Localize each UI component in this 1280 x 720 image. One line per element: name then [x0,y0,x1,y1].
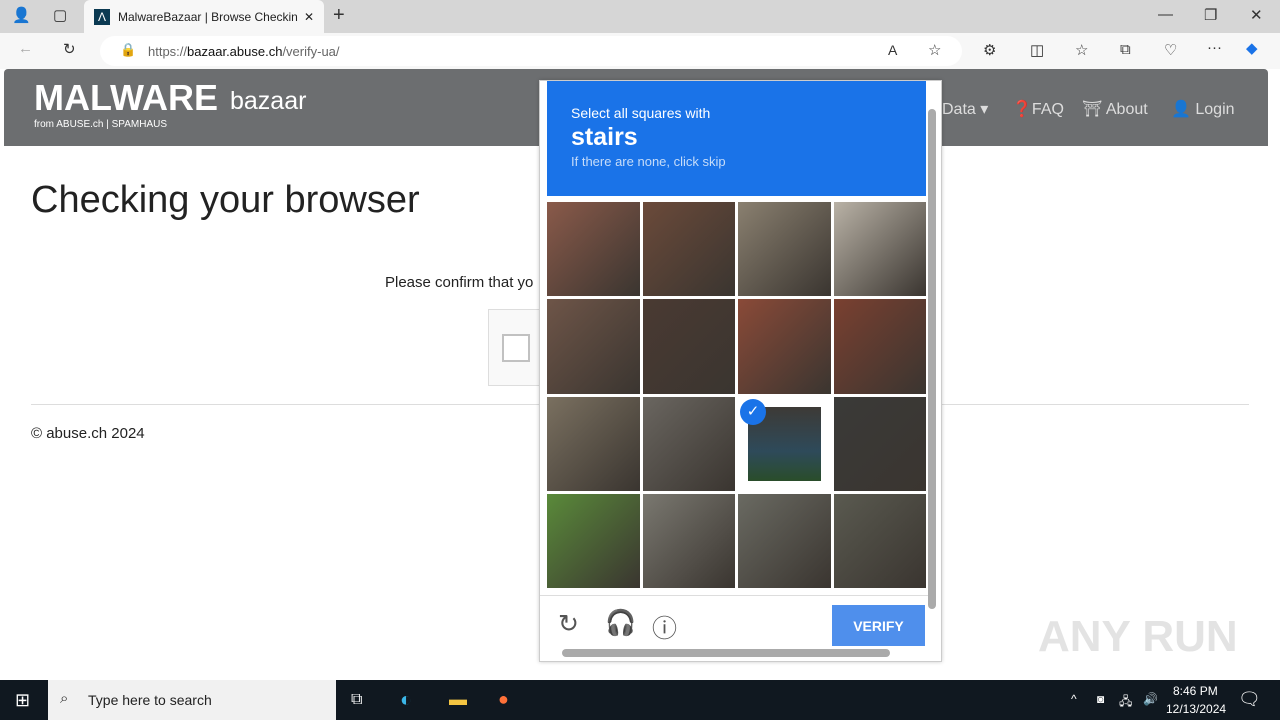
audio-challenge-icon[interactable]: 🎧 [605,609,636,638]
lock-icon[interactable]: 🔒 [120,42,136,58]
back-icon[interactable]: ← [18,40,33,57]
vertical-scrollbar[interactable] [928,109,936,609]
logo-sub[interactable]: bazaar [230,87,306,116]
split-screen-icon[interactable]: ◫ [1030,41,1044,59]
firefox-icon[interactable]: ● [498,689,509,710]
close-window-icon[interactable]: ✕ [1250,6,1263,24]
restore-icon[interactable]: ❐ [1204,6,1217,24]
url-host: bazaar.abuse.ch [187,44,283,59]
tab-title: MalwareBazaar | Browse Checkin [118,9,298,24]
challenge-prompt: Select all squares with [571,105,711,121]
favorites-icon[interactable]: ☆ [1075,41,1088,59]
task-view-icon[interactable]: ⧉ [351,691,362,709]
captcha-tile[interactable] [642,299,735,394]
clock-date[interactable]: 12/13/2024 [1166,702,1226,716]
captcha-tile[interactable] [547,202,640,297]
captcha-tile[interactable] [642,202,735,297]
image-grid: ✓ [547,202,926,588]
captcha-tile[interactable] [833,299,926,394]
confirm-text: Please confirm that yo [385,274,534,291]
captcha-tile[interactable] [547,299,640,394]
captcha-tile[interactable] [833,396,926,491]
footer-copyright: © abuse.ch 2024 [31,425,145,442]
copilot-icon[interactable]: ◆ [1246,39,1258,57]
page-title: Checking your browser [31,179,420,221]
nav-about[interactable]: ⛩ About [1082,99,1148,119]
windows-start-icon[interactable]: ⊞ [15,690,30,711]
tray-chevron-icon[interactable]: ^ [1071,692,1077,706]
selected-check-icon: ✓ [740,398,766,425]
logo-from: from ABUSE.ch | SPAMHAUS [34,119,168,130]
refresh-icon[interactable]: ↻ [63,40,76,58]
tab-actions-icon[interactable]: ▢ [53,6,67,24]
anyrun-watermark: ANY RUN [1038,612,1238,661]
more-icon[interactable]: ··· [1207,39,1222,56]
nav-login[interactable]: 👤 Login [1171,99,1235,119]
challenge-header: Select all squares with stairs If there … [547,81,926,196]
minimize-icon[interactable]: — [1158,6,1173,23]
browser-tab[interactable]: Λ MalwareBazaar | Browse Checkin ✕ [84,0,324,33]
clock-time[interactable]: 8:46 PM [1173,684,1218,698]
address-bar: ← ↻ 🔒 https://bazaar.abuse.ch/verify-ua/… [0,33,1280,69]
captcha-tile[interactable] [547,493,640,588]
captcha-checkbox[interactable] [502,334,530,362]
url-input[interactable]: 🔒 https://bazaar.abuse.ch/verify-ua/ A ☆ [100,36,962,66]
verify-button[interactable]: VERIFY [832,605,925,646]
extensions-icon[interactable]: ⚙ [983,41,996,59]
nav-faq[interactable]: ❓FAQ [1012,99,1064,119]
horizontal-scrollbar[interactable] [562,649,890,657]
tab-bar: 👤 ▢ Λ MalwareBazaar | Browse Checkin ✕ +… [0,0,1280,33]
site-favicon-icon: Λ [94,8,110,25]
profile-icon[interactable]: 👤 [12,6,31,24]
nav-data-label: Data [942,101,976,118]
collections-icon[interactable]: ⧉ [1120,41,1131,58]
nav-faq-label: FAQ [1031,101,1064,118]
captcha-tile[interactable] [833,202,926,297]
refresh-challenge-icon[interactable]: ↻ [558,609,579,639]
captcha-tile[interactable] [547,396,640,491]
camera-icon[interactable]: ◙ [1097,692,1104,706]
nav-login-label: Login [1195,101,1235,118]
captcha-challenge: Select all squares with stairs If there … [539,80,942,662]
captcha-tile[interactable] [642,493,735,588]
browser-essentials-icon[interactable]: ♡ [1164,41,1177,59]
url-prefix: https:// [148,44,188,59]
notifications-icon[interactable]: 🗨 [1238,689,1261,710]
taskbar: ⊞ ⌕ Type here to search ⧉ ◐ ▬ ● ^ ◙ 🖧 🔊 8… [0,680,1280,720]
file-explorer-icon[interactable]: ▬ [449,689,467,710]
search-placeholder: Type here to search [88,692,212,708]
edge-icon[interactable]: ◐ [400,689,412,712]
captcha-tile[interactable] [738,493,831,588]
read-aloud-icon[interactable]: A [888,42,897,58]
logo-main[interactable]: MALWARE [34,77,218,119]
info-icon[interactable]: ⓘ [652,609,677,645]
challenge-hint: If there are none, click skip [571,154,726,169]
nav-about-label: About [1105,101,1148,118]
divider [540,595,930,596]
captcha-tile[interactable] [738,299,831,394]
captcha-tile[interactable] [833,493,926,588]
url-path: /verify-ua/ [282,44,340,59]
captcha-tile[interactable] [642,396,735,491]
taskbar-search[interactable]: ⌕ Type here to search [48,680,336,720]
favorite-star-icon[interactable]: ☆ [928,41,941,59]
nav-data[interactable]: Data ▾ [942,99,988,119]
challenge-target: stairs [571,123,638,151]
volume-icon[interactable]: 🔊 [1143,692,1158,706]
network-icon[interactable]: 🖧 [1119,692,1132,713]
close-tab-icon[interactable]: ✕ [304,10,314,24]
new-tab-icon[interactable]: + [333,4,345,27]
search-icon: ⌕ [60,690,69,707]
captcha-tile[interactable]: ✓ [738,396,831,491]
captcha-tile[interactable] [738,202,831,297]
